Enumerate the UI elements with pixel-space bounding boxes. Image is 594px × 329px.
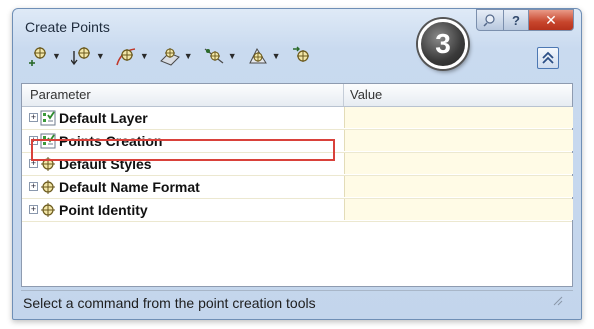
point-import-icon [292,46,309,62]
points-creation-highlight [31,139,335,161]
value-cell[interactable] [344,107,573,128]
chevron-down-icon: ▼ [52,51,61,61]
value-cell[interactable] [344,153,573,174]
point-interpolate-icon [204,48,224,64]
point-marker-icon [41,202,55,217]
chevron-down-icon: ▼ [139,51,149,61]
point-tool-slope[interactable]: ▼ [247,42,281,70]
window-title: Create Points [25,19,110,35]
row-label: Point Identity [59,201,148,218]
grid-row-default-layer[interactable]: + Default Layer [22,107,573,130]
row-label: Default Layer [59,109,148,126]
parameter-cell: + Default Name Format [22,176,344,197]
pin-icon [483,14,495,27]
help-button[interactable]: ? [503,9,529,31]
point-plus-icon [29,47,46,66]
expand-plus-icon[interactable]: + [29,182,38,191]
step-number-badge: 3 [418,19,468,69]
expand-plus-icon[interactable]: + [29,113,38,122]
point-alignment-icon [116,48,135,66]
parameter-grid: Parameter Value + Default Layer + Points… [21,83,573,287]
chevron-down-icon: ▼ [271,51,281,61]
collapse-button[interactable] [537,47,559,69]
toolbar: ▼ ▼ ▼ ▼ ▼ ▼ [27,39,447,73]
chevron-down-icon: ▼ [183,51,193,61]
resize-grip-icon[interactable] [553,296,563,306]
value-cell[interactable] [344,130,573,151]
status-text: Select a command from the point creation… [23,295,316,311]
close-button[interactable]: ✕ [528,9,574,31]
status-bar: Select a command from the point creation… [21,290,573,314]
point-marker-icon [41,179,55,194]
double-chevron-up-icon [542,51,554,64]
grid-rows: + Default Layer + Points Creation + Defa… [22,107,573,222]
point-tool-alignment[interactable]: ▼ [115,42,149,70]
checklist-icon [40,110,56,125]
chevron-down-icon: ▼ [227,51,237,61]
point-slope-icon [248,47,267,64]
chevron-down-icon: ▼ [95,51,105,61]
grid-row-default-name-format[interactable]: + Default Name Format [22,176,573,199]
expand-plus-icon[interactable]: + [29,205,38,214]
point-tool-intersection[interactable]: ▼ [70,42,105,70]
column-divider[interactable] [343,84,344,106]
point-tool-interpolate[interactable]: ▼ [203,42,237,70]
create-points-window: Create Points ? ✕ ▼ ▼ ▼ ▼ ▼ ▼ 3 Paramete… [12,8,582,320]
pin-button[interactable] [476,9,504,31]
point-tool-miscellaneous[interactable]: ▼ [27,42,61,70]
parameter-cell: + Default Layer [22,107,344,128]
point-tool-import[interactable] [291,42,313,70]
point-tool-surface[interactable]: ▼ [159,42,193,70]
value-cell[interactable] [344,199,573,220]
row-label: Default Name Format [59,178,200,195]
parameter-cell: + Point Identity [22,199,344,220]
column-header-value[interactable]: Value [350,87,382,102]
point-surface-icon [159,48,180,66]
column-header-parameter[interactable]: Parameter [30,87,91,102]
grid-row-point-identity[interactable]: + Point Identity [22,199,573,222]
grid-header: Parameter Value [22,84,572,107]
point-arrow-icon [70,47,90,66]
value-cell[interactable] [344,176,573,197]
